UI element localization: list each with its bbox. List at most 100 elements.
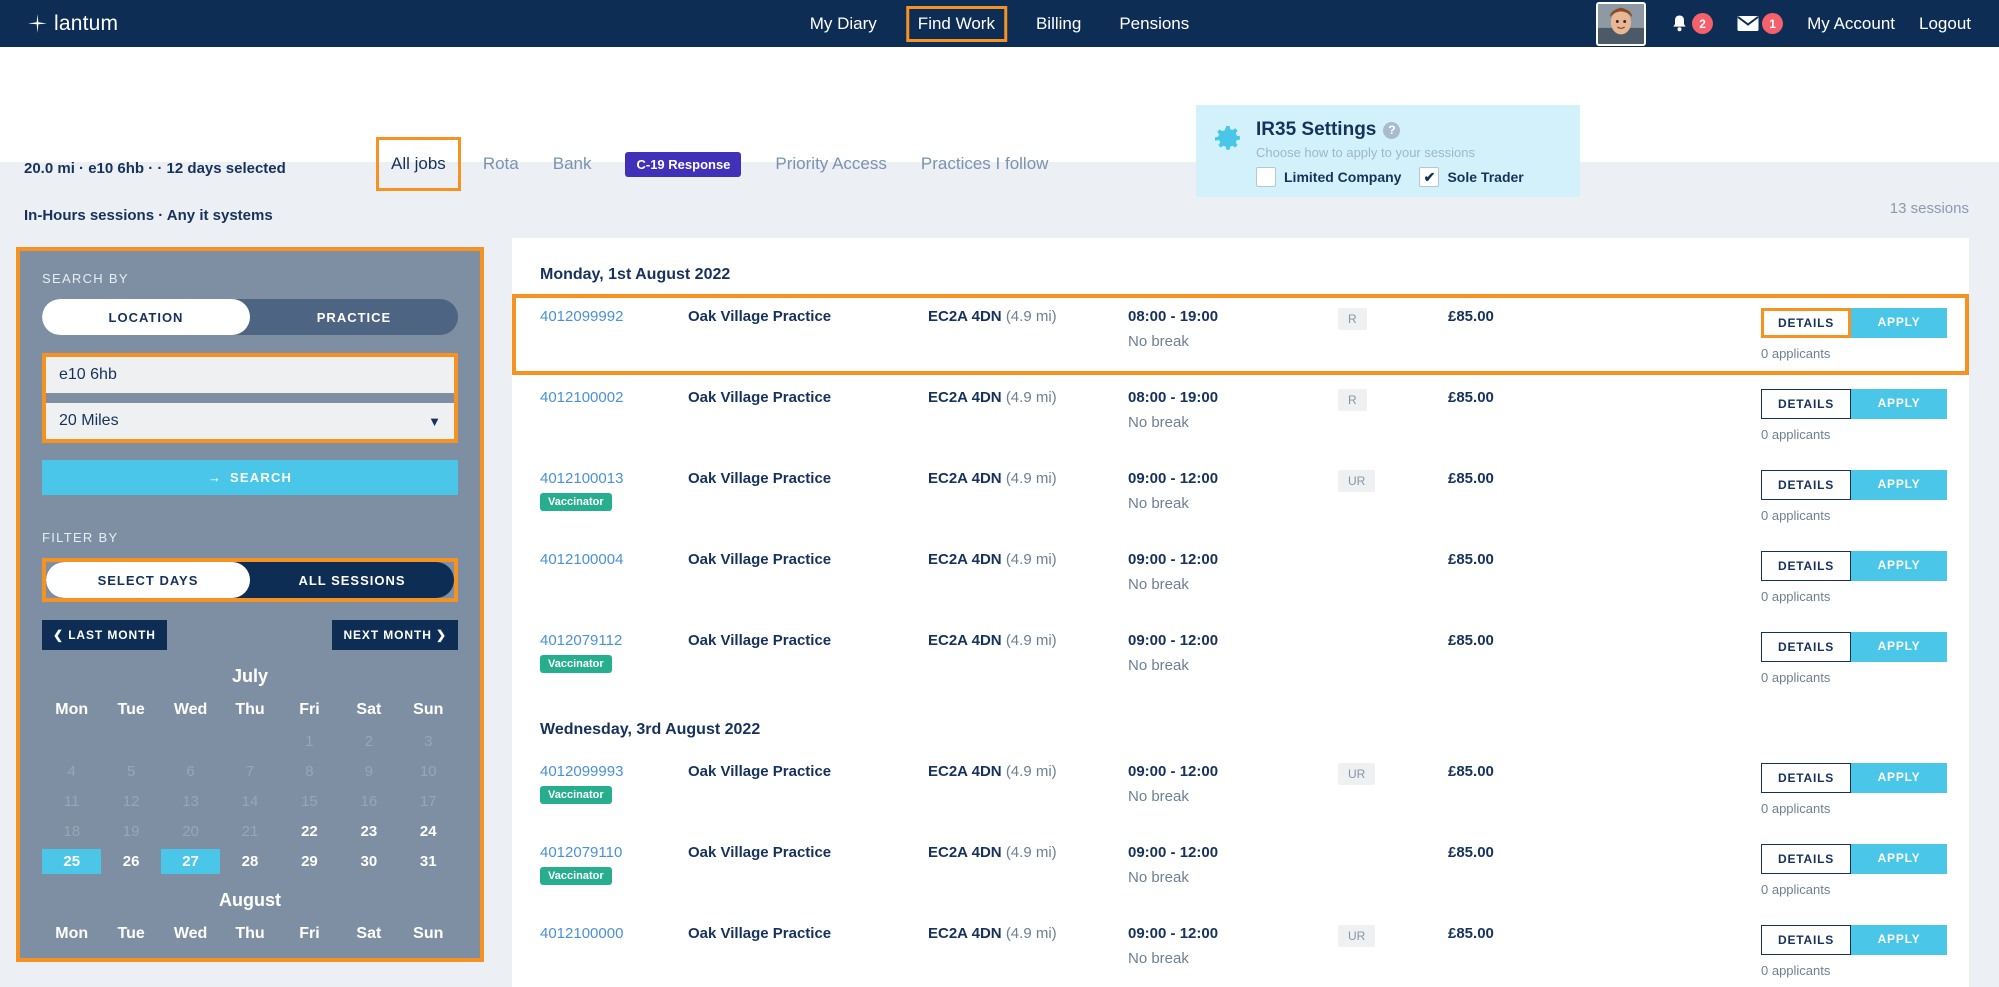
apply-button[interactable]: APPLY bbox=[1851, 308, 1947, 338]
avatar[interactable] bbox=[1596, 2, 1646, 46]
job-row[interactable]: 4012099993VaccinatorOak Village Practice… bbox=[512, 749, 1969, 830]
job-id-link[interactable]: 4012100004 bbox=[540, 551, 688, 568]
apply-button[interactable]: APPLY bbox=[1851, 551, 1947, 581]
calendar-day[interactable]: 21 bbox=[220, 819, 279, 844]
job-id-link[interactable]: 4012099993 bbox=[540, 763, 688, 780]
details-button[interactable]: DETAILS bbox=[1761, 844, 1851, 874]
job-id-link[interactable]: 4012099992 bbox=[540, 308, 688, 325]
help-icon[interactable]: ? bbox=[1383, 122, 1400, 139]
ir35-option-label: Limited Company bbox=[1284, 169, 1401, 185]
search-mode-toggle[interactable]: LOCATIONPRACTICE bbox=[42, 299, 458, 335]
brand-logo[interactable]: lantum bbox=[28, 12, 118, 36]
calendar-day[interactable]: 3 bbox=[399, 729, 458, 754]
details-button[interactable]: DETAILS bbox=[1761, 925, 1851, 955]
calendar-day[interactable]: 28 bbox=[220, 849, 279, 874]
calendar-day[interactable]: 20 bbox=[161, 819, 220, 844]
apply-button[interactable]: APPLY bbox=[1851, 763, 1947, 793]
search-button[interactable]: → SEARCH bbox=[42, 460, 458, 495]
tab-practices-i-follow[interactable]: Practices I follow bbox=[921, 154, 1049, 174]
job-row[interactable]: 4012100000Oak Village PracticeEC2A 4DN (… bbox=[512, 911, 1969, 987]
tab-bank[interactable]: Bank bbox=[553, 154, 592, 174]
search-mode-location[interactable]: LOCATION bbox=[42, 299, 250, 335]
distance-select[interactable]: 20 Miles ▼ bbox=[46, 403, 454, 439]
job-id-link[interactable]: 4012079112 bbox=[540, 632, 688, 649]
details-button[interactable]: DETAILS bbox=[1761, 632, 1851, 662]
details-button[interactable]: DETAILS bbox=[1761, 551, 1851, 581]
my-account-link[interactable]: My Account bbox=[1807, 14, 1895, 34]
calendar-day[interactable]: 8 bbox=[280, 759, 339, 784]
filter-mode-select-days[interactable]: SELECT DAYS bbox=[46, 562, 250, 598]
checkbox-checked-icon[interactable]: ✔ bbox=[1419, 167, 1439, 187]
job-id-link[interactable]: 4012079110 bbox=[540, 844, 688, 861]
details-button[interactable]: DETAILS bbox=[1761, 308, 1851, 338]
apply-button[interactable]: APPLY bbox=[1851, 632, 1947, 662]
calendar-day[interactable]: 14 bbox=[220, 789, 279, 814]
job-id-link[interactable]: 4012100000 bbox=[540, 925, 688, 942]
logout-link[interactable]: Logout bbox=[1919, 14, 1971, 34]
calendar-day[interactable]: 5 bbox=[101, 759, 160, 784]
location-input[interactable]: e10 6hb bbox=[46, 357, 454, 393]
job-row[interactable]: 4012099992Oak Village PracticeEC2A 4DN (… bbox=[512, 294, 1969, 375]
calendar-day[interactable]: 10 bbox=[399, 759, 458, 784]
filter-mode-toggle[interactable]: SELECT DAYSALL SESSIONS bbox=[46, 562, 454, 598]
job-row[interactable]: 4012079110VaccinatorOak Village Practice… bbox=[512, 830, 1969, 911]
details-button[interactable]: DETAILS bbox=[1761, 763, 1851, 793]
nav-link-billing[interactable]: Billing bbox=[1034, 10, 1083, 38]
calendar-day[interactable]: 2 bbox=[339, 729, 398, 754]
apply-button[interactable]: APPLY bbox=[1851, 470, 1947, 500]
calendar-day[interactable]: 30 bbox=[339, 849, 398, 874]
tab-priority-access[interactable]: Priority Access bbox=[775, 154, 886, 174]
apply-button[interactable]: APPLY bbox=[1851, 389, 1947, 419]
apply-button[interactable]: APPLY bbox=[1851, 925, 1947, 955]
calendar-day[interactable]: 12 bbox=[101, 789, 160, 814]
details-button[interactable]: DETAILS bbox=[1761, 470, 1851, 500]
calendar-day[interactable]: 4 bbox=[42, 759, 101, 784]
calendar-day[interactable]: 13 bbox=[161, 789, 220, 814]
calendar-day[interactable]: 11 bbox=[42, 789, 101, 814]
nav-link-my-diary[interactable]: My Diary bbox=[808, 10, 879, 38]
calendar-day[interactable]: 26 bbox=[101, 849, 160, 874]
checkbox-unchecked-icon[interactable] bbox=[1256, 167, 1276, 187]
calendar-day[interactable]: 1 bbox=[280, 729, 339, 754]
calendar-day[interactable]: 23 bbox=[339, 819, 398, 844]
search-mode-practice[interactable]: PRACTICE bbox=[250, 299, 458, 335]
details-button[interactable]: DETAILS bbox=[1761, 389, 1851, 419]
calendar-day[interactable]: 18 bbox=[42, 819, 101, 844]
time-cell: 09:00 - 12:00No break bbox=[1128, 632, 1338, 674]
last-month-button[interactable]: ❮ LAST MONTH bbox=[42, 620, 167, 650]
calendar-day[interactable]: 19 bbox=[101, 819, 160, 844]
apply-button[interactable]: APPLY bbox=[1851, 844, 1947, 874]
location-cell: EC2A 4DN (4.9 mi) bbox=[928, 844, 1128, 861]
calendar-day[interactable]: 7 bbox=[220, 759, 279, 784]
calendar-day[interactable]: 29 bbox=[280, 849, 339, 874]
calendar-day[interactable]: 31 bbox=[399, 849, 458, 874]
calendar-day[interactable]: 22 bbox=[280, 819, 339, 844]
envelope-icon bbox=[1737, 15, 1759, 32]
nav-link-find-work[interactable]: Find Work bbox=[906, 6, 1007, 42]
calendar-day[interactable]: 9 bbox=[339, 759, 398, 784]
calendar-day[interactable]: 25 bbox=[42, 849, 101, 874]
rate-badge-cell: UR bbox=[1338, 763, 1448, 785]
job-id-link[interactable]: 4012100013 bbox=[540, 470, 688, 487]
calendar-day[interactable]: 27 bbox=[161, 849, 220, 874]
job-id-link[interactable]: 4012100002 bbox=[540, 389, 688, 406]
ir35-option-limited-company[interactable]: Limited Company bbox=[1256, 167, 1401, 187]
calendar-day[interactable]: 6 bbox=[161, 759, 220, 784]
job-row[interactable]: 4012100013VaccinatorOak Village Practice… bbox=[512, 456, 1969, 537]
calendar-day[interactable]: 15 bbox=[280, 789, 339, 814]
filter-mode-all-sessions[interactable]: ALL SESSIONS bbox=[250, 562, 454, 598]
calendar-day[interactable]: 17 bbox=[399, 789, 458, 814]
nav-link-pensions[interactable]: Pensions bbox=[1117, 10, 1191, 38]
job-row[interactable]: 4012100004Oak Village PracticeEC2A 4DN (… bbox=[512, 537, 1969, 618]
tab-c-19-response[interactable]: C-19 Response bbox=[625, 152, 741, 177]
distance: (4.9 mi) bbox=[1006, 844, 1057, 861]
notifications-bell[interactable]: 2 bbox=[1670, 13, 1713, 34]
ir35-option-sole-trader[interactable]: ✔Sole Trader bbox=[1419, 167, 1523, 187]
next-month-button[interactable]: NEXT MONTH ❯ bbox=[332, 620, 458, 650]
calendar-day[interactable]: 16 bbox=[339, 789, 398, 814]
messages-envelope[interactable]: 1 bbox=[1737, 13, 1783, 34]
calendar-dow: Sat bbox=[339, 925, 398, 948]
job-row[interactable]: 4012079112VaccinatorOak Village Practice… bbox=[512, 618, 1969, 699]
calendar-day[interactable]: 24 bbox=[399, 819, 458, 844]
job-row[interactable]: 4012100002Oak Village PracticeEC2A 4DN (… bbox=[512, 375, 1969, 456]
